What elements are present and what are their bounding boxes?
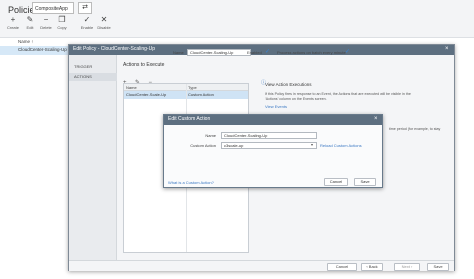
- nav-actions[interactable]: ACTIONS: [69, 73, 117, 81]
- edit-button[interactable]: ✎ Edit: [22, 15, 38, 31]
- info-box: View Action Executions If this Policy fi…: [259, 82, 444, 109]
- cancel-button[interactable]: Cancel: [327, 262, 357, 271]
- custom-action-label: Custom Action: [190, 143, 216, 148]
- delete-label: Delete: [40, 25, 52, 30]
- back-button[interactable]: ‹ Back: [361, 262, 383, 271]
- save-button[interactable]: Save: [354, 178, 376, 186]
- column-header-name[interactable]: Name: [126, 85, 137, 90]
- enable-button[interactable]: ✓ Enable: [79, 15, 95, 31]
- cancel-button[interactable]: Cancel: [324, 178, 348, 186]
- disable-button[interactable]: ✕ Disable: [96, 15, 112, 31]
- nav-trigger[interactable]: TRIGGER: [69, 63, 117, 71]
- minus-icon: −: [43, 15, 49, 24]
- list-header[interactable]: Name ↑: [0, 38, 72, 46]
- enabled-checkbox[interactable]: ✓: [265, 49, 270, 55]
- action-type-cell: Custom Action: [188, 92, 214, 97]
- pencil-icon: ✎: [26, 15, 34, 24]
- enable-label: Enable: [80, 25, 94, 30]
- info-text: time period (for example, to stay: [389, 127, 441, 131]
- custom-action-select[interactable]: c3scale-up: [221, 142, 317, 149]
- enabled-label: Enabled: [247, 50, 262, 55]
- name-label: Name: [173, 50, 184, 55]
- info-icon: ⓘ: [261, 80, 267, 86]
- custom-action-name-input[interactable]: CloudCenter-Scaling-Up: [221, 132, 317, 139]
- chevron-down-icon: ▾: [311, 142, 314, 147]
- view-events-link[interactable]: View Events: [259, 104, 444, 109]
- dialog-title: Edit Custom Action: [164, 115, 382, 125]
- close-icon: ✕: [100, 15, 108, 24]
- process-batch-checkbox[interactable]: ✓: [345, 49, 350, 55]
- list-header-label: Name: [18, 39, 31, 44]
- dialog-footer: Cancel ‹ Back Next › Save: [69, 260, 454, 271]
- reload-custom-actions-link[interactable]: Reload Custom Actions: [320, 144, 362, 148]
- policy-name-input[interactable]: CloudCenter-Scaling-Up: [187, 49, 251, 56]
- swap-icon[interactable]: ⇄: [78, 2, 92, 14]
- edit-label: Edit: [26, 25, 34, 30]
- sort-icon: ↑: [31, 39, 34, 44]
- close-icon[interactable]: ×: [374, 116, 378, 122]
- name-label: Name: [205, 133, 216, 138]
- create-label: Create: [6, 25, 19, 30]
- toolbar: CompositeApp ⇄ + Create ✎ Edit − Delete …: [0, 2, 474, 38]
- copy-icon: ❐: [58, 15, 66, 24]
- application-select[interactable]: CompositeApp: [32, 2, 74, 14]
- action-name-cell: CloudCenter-Scale-Up: [126, 92, 167, 97]
- actions-title: Actions to Execute: [123, 62, 165, 68]
- disable-label: Disable: [97, 25, 111, 30]
- process-batch-label: Process actions on batch every minute: [277, 50, 346, 55]
- check-icon: ✓: [83, 15, 91, 24]
- plus-icon: +: [10, 15, 16, 24]
- close-icon[interactable]: ×: [445, 46, 449, 52]
- list-item[interactable]: CloudCenter-Scaling-Up: [0, 46, 72, 55]
- create-button[interactable]: + Create: [5, 15, 21, 31]
- copy-button[interactable]: ❐ Copy: [54, 15, 70, 31]
- column-header-type[interactable]: Type: [188, 85, 197, 90]
- copy-label: Copy: [57, 25, 67, 30]
- save-button[interactable]: Save: [427, 262, 449, 271]
- delete-button[interactable]: − Delete: [38, 15, 54, 31]
- help-link[interactable]: What is a Custom Action?: [168, 181, 214, 185]
- edit-custom-action-dialog: Edit Custom Action × Name CloudCenter-Sc…: [163, 114, 383, 188]
- policy-side-nav: TRIGGER ACTIONS: [69, 55, 117, 260]
- next-button[interactable]: Next ›: [394, 262, 420, 271]
